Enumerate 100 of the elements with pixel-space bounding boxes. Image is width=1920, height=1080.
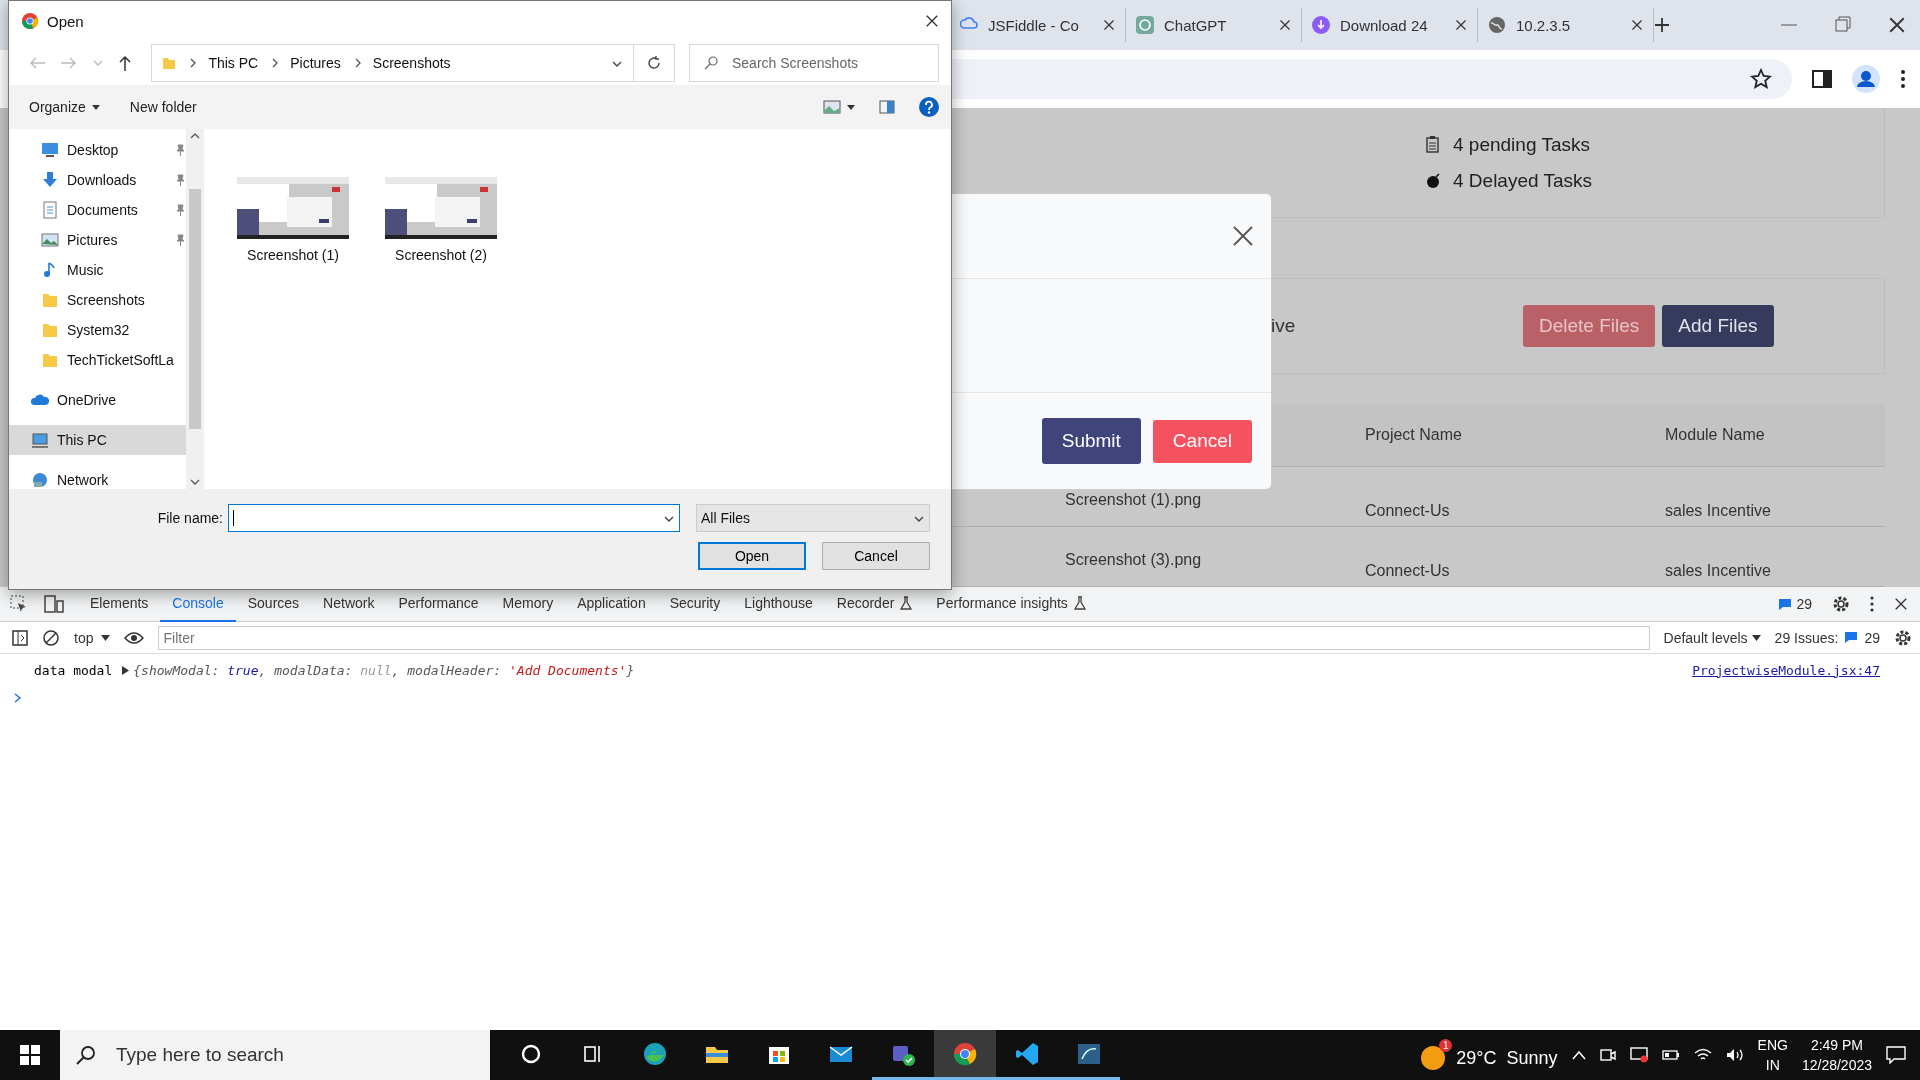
devtools-tab[interactable]: Sources	[235, 586, 312, 622]
address-field[interactable]: This PC Pictures Screenshots	[151, 44, 634, 82]
scroll-down-icon[interactable]	[190, 479, 200, 485]
context-selector[interactable]: top	[74, 629, 111, 646]
message-icon	[1844, 631, 1859, 644]
nav-item[interactable]: OneDrive	[9, 385, 186, 415]
battery-icon[interactable]	[1661, 1049, 1680, 1061]
nav-item[interactable]: Pictures	[9, 225, 186, 255]
browser-tab[interactable]: ChatGPT	[1126, 8, 1302, 42]
star-icon[interactable]	[1750, 68, 1772, 90]
messages-badge[interactable]: 29	[1778, 596, 1812, 612]
source-link[interactable]: ProjectwiseModule.jsx:47	[1692, 662, 1880, 678]
browser-tab[interactable]: Download 24	[1302, 8, 1478, 42]
devtools-tab[interactable]: Recorder	[824, 586, 925, 622]
preview-pane-icon[interactable]	[879, 100, 895, 114]
devtools-tab[interactable]: Performance	[386, 586, 491, 622]
taskbar-app[interactable]	[934, 1030, 996, 1080]
devtools-tab[interactable]: Performance insights	[924, 586, 1098, 622]
breadcrumb-item[interactable]: Pictures	[290, 55, 341, 71]
new-folder-button[interactable]: New folder	[129, 99, 197, 115]
chevron-up-icon[interactable]	[1571, 1050, 1586, 1060]
issues-counter[interactable]: 29 Issues: 29	[1774, 629, 1880, 646]
clipboard-icon	[1426, 136, 1440, 153]
table-cell: sales Incentive	[1665, 467, 1885, 527]
close-icon[interactable]	[1103, 19, 1115, 31]
close-icon[interactable]	[1233, 226, 1253, 246]
devtools-tab[interactable]: Lighthouse	[732, 586, 825, 622]
file-item[interactable]: Screenshot (2)	[382, 177, 500, 489]
nav-item[interactable]: System32	[9, 315, 186, 345]
chevron-right-icon	[188, 58, 197, 68]
side-panel-icon[interactable]	[1812, 69, 1832, 89]
nav-item[interactable]: TechTicketSoftLa	[9, 345, 186, 375]
devtools-tab[interactable]: Elements	[78, 586, 161, 622]
taskbar-search-field[interactable]: Type here to search	[60, 1030, 490, 1080]
settings-icon[interactable]	[1894, 628, 1912, 647]
scroll-up-icon[interactable]	[190, 133, 200, 139]
language-indicator[interactable]: ENG IN	[1757, 1035, 1788, 1075]
close-icon[interactable]	[1631, 19, 1643, 31]
close-icon[interactable]	[1279, 19, 1291, 31]
breadcrumb-item[interactable]: Screenshots	[372, 55, 451, 71]
code-editor-icon	[1014, 1040, 1040, 1067]
refresh-button[interactable]	[633, 44, 675, 82]
search-field[interactable]: Search Screenshots	[689, 44, 939, 82]
up-icon[interactable]	[119, 55, 131, 71]
nav-item[interactable]: Documents	[9, 195, 186, 225]
nav-item[interactable]: This PC	[9, 425, 186, 455]
organize-menu[interactable]: Organize	[29, 99, 100, 115]
help-icon[interactable]	[919, 97, 939, 117]
camera-icon[interactable]	[1599, 1047, 1616, 1063]
close-icon[interactable]	[925, 14, 939, 28]
tab-title: ChatGPT	[1164, 16, 1228, 34]
inspect-icon[interactable]	[10, 595, 28, 613]
file-type-dropdown[interactable]: All Files	[696, 504, 930, 532]
display-icon[interactable]	[1629, 1047, 1648, 1063]
close-icon[interactable]	[1894, 597, 1908, 611]
file-name-field[interactable]	[228, 504, 680, 532]
section-text: ive	[1271, 315, 1297, 337]
nav-item[interactable]: Screenshots	[9, 285, 186, 315]
open-button[interactable]: Open	[698, 542, 806, 570]
file-item[interactable]: Screenshot (1)	[234, 177, 352, 489]
weather-widget[interactable]: 1 29°C Sunny	[1420, 1037, 1558, 1073]
column-header: Module Name	[1665, 404, 1885, 467]
breadcrumb-item[interactable]: This PC	[208, 55, 259, 71]
speaker-icon[interactable]	[1725, 1048, 1744, 1062]
more-icon[interactable]	[1870, 596, 1874, 612]
add-files-button[interactable]: Add Files	[1662, 305, 1774, 347]
clear-icon[interactable]	[42, 628, 60, 647]
nav-item[interactable]: Network	[9, 465, 186, 489]
expand-icon[interactable]	[122, 665, 130, 675]
devtools-tab[interactable]: Network	[311, 586, 387, 622]
log-levels-dropdown[interactable]: Default levels	[1663, 629, 1761, 646]
devtools-tab[interactable]: Memory	[490, 586, 566, 622]
browser-tab[interactable]: 10.2.3.5	[1478, 8, 1654, 42]
nav-item[interactable]: Music	[9, 255, 186, 285]
submit-button[interactable]: Submit	[1041, 418, 1141, 464]
dialog-title: Open	[47, 12, 84, 30]
wifi-icon[interactable]	[1693, 1048, 1712, 1062]
clock[interactable]: 2:49 PM 12/28/2023	[1801, 1035, 1872, 1075]
folder-icon	[41, 291, 59, 309]
profile-icon[interactable]	[1852, 65, 1880, 93]
notifications-icon[interactable]	[1886, 1046, 1906, 1064]
devtools-tab[interactable]: Security	[657, 586, 733, 622]
nav-item[interactable]: Desktop	[9, 135, 186, 165]
document-icon	[41, 201, 59, 219]
close-icon[interactable]	[1888, 16, 1906, 34]
view-menu[interactable]	[823, 100, 855, 114]
nav-item[interactable]: Downloads	[9, 165, 186, 195]
cancel-button[interactable]: Cancel	[822, 542, 930, 570]
sidebar-toggle-icon[interactable]	[12, 629, 28, 646]
filter-field[interactable]: Filter	[158, 625, 1650, 650]
restore-icon[interactable]	[1834, 16, 1852, 34]
settings-icon[interactable]	[1832, 595, 1850, 613]
caret-icon	[1751, 634, 1761, 641]
eye-icon[interactable]	[124, 630, 145, 645]
close-icon[interactable]	[1455, 19, 1467, 31]
devtools-tab[interactable]: Application	[565, 586, 658, 622]
menu-icon[interactable]	[1900, 69, 1906, 89]
tab-title: 10.2.3.5	[1516, 16, 1572, 34]
device-icon[interactable]	[44, 595, 64, 613]
new-tab-icon[interactable]	[1654, 17, 1670, 33]
